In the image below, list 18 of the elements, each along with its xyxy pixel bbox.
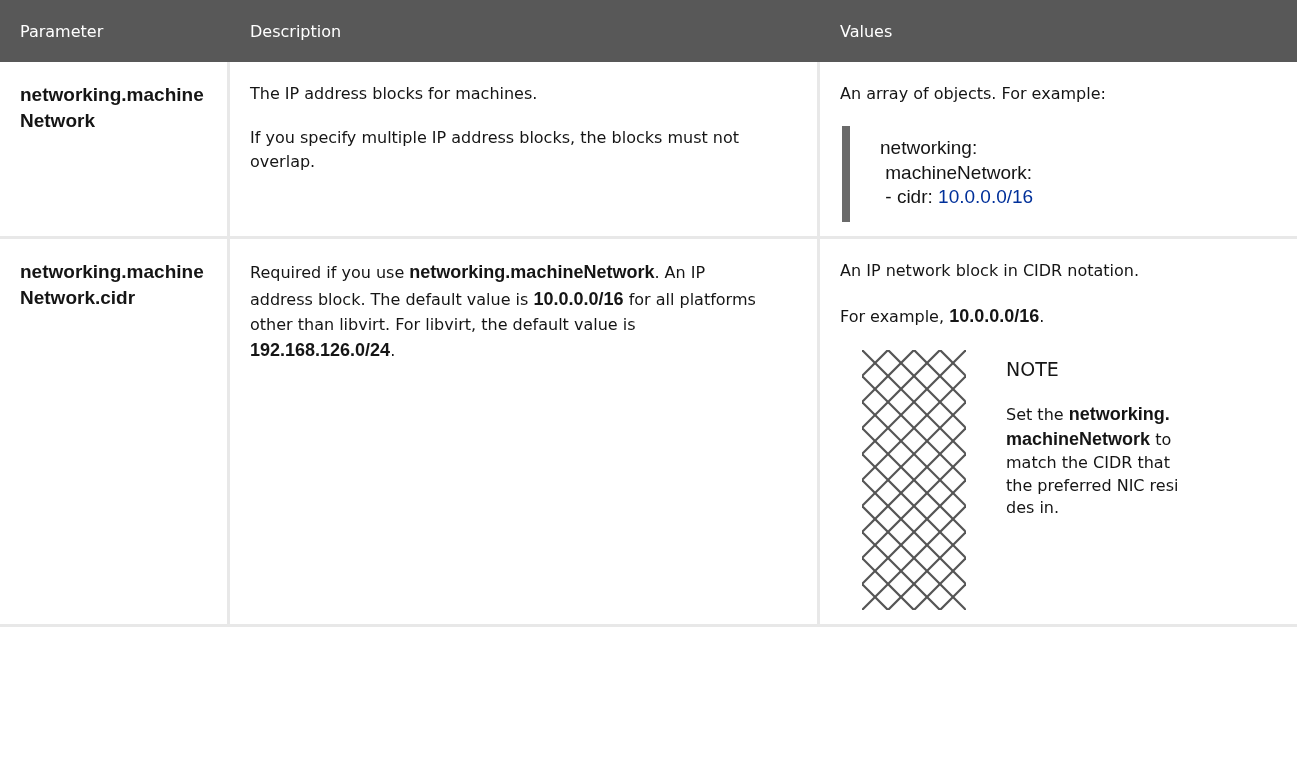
code-line: networking: (880, 137, 978, 158)
code-line: - cidr: (884, 186, 934, 208)
code-value: 10.0.0.0/16 (938, 186, 1034, 208)
values-text: An array of objects. For example: (840, 83, 1107, 105)
lattice-pattern-icon (862, 350, 966, 611)
code-line: machineNetwork: (884, 161, 1033, 183)
note-title: NOTE (1006, 358, 1060, 381)
example-text: For example, 10.0.0.0/16. (840, 305, 1046, 329)
description-text: If you specify multiple IP address blocks, the blocks must not overlap. (250, 127, 741, 173)
description-text: The IP address blocks for machines. (250, 83, 539, 105)
parameter-name: networking.machine Network (20, 83, 205, 133)
column-header: Description (249, 21, 343, 41)
note-text: Set the networking.machineNetwork to match the CIDR that the preferred NIC resides in. (1006, 403, 1180, 520)
description-text: Required if you use networking.machineNetwork. An IP address block. The default value is 10.0.0.0/16 for all platforms other than libvirt. For libvirt, the default value is 192.168.126.0/24. (250, 261, 757, 363)
parameter-name: networking.machine Network.cidr (20, 260, 205, 310)
column-header: Parameter (19, 21, 105, 41)
column-header: Values (839, 21, 894, 41)
values-text: An IP network block in CIDR notation. (840, 260, 1141, 283)
